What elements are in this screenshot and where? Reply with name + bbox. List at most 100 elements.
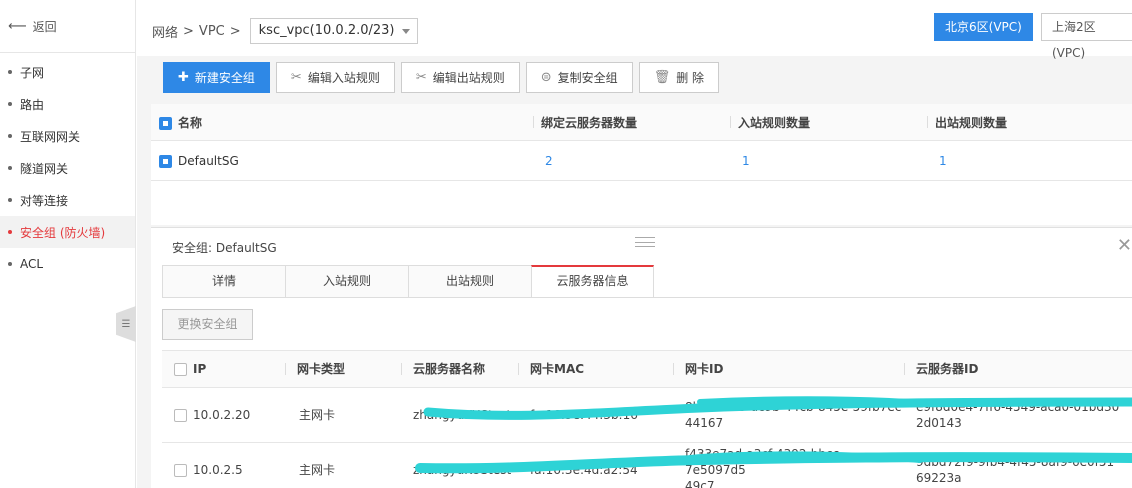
row-checkbox[interactable] <box>174 464 187 477</box>
column-header-outbound: 出站规则数量 <box>927 114 1127 131</box>
back-label: 返回 <box>32 19 57 34</box>
arrow-left-icon: ⟵ <box>8 18 27 34</box>
cell-nic-type: 主网卡 <box>299 463 336 477</box>
header-label: IP <box>193 362 207 376</box>
sidebar-item-label: 隧道网关 <box>20 161 69 176</box>
table-row[interactable]: 10.0.2.5 主网卡 zhangyuKUStest fa:16:3e:4d:… <box>162 443 1132 488</box>
column-header-inbound: 入站规则数量 <box>730 114 927 131</box>
sidebar-item-label: 互联网网关 <box>20 129 81 144</box>
cell-name: DefaultSG <box>151 154 533 168</box>
sidebar-item-label: ACL <box>20 257 44 271</box>
sidebar-item-acl[interactable]: ACL <box>0 248 135 280</box>
bullet-icon <box>8 262 12 266</box>
cell-nic-id: 8b513b75-dc9b-44cb-845e-59fb7ec 44167 <box>673 399 904 431</box>
column-header-server-name: 云服务器名称 <box>401 361 518 377</box>
breadcrumb-separator: > <box>229 23 241 39</box>
select-all-checkbox[interactable] <box>159 116 172 130</box>
column-header-nic-type: 网卡类型 <box>285 361 401 377</box>
cell-ip: 10.0.2.5 <box>162 462 285 478</box>
tab-outbound-rules[interactable]: 出站规则 <box>408 265 531 298</box>
nic-id-line2: 49c7 <box>685 479 715 488</box>
bullet-icon <box>8 166 12 170</box>
toolbar: ✚ 新建安全组 ✂ 编辑入站规则 ✂ 编辑出站规则 ⊜ 复制安全组 🗑 删 除 <box>163 62 720 93</box>
sidebar-item-internet-gateway[interactable]: 互联网网关 <box>0 120 135 152</box>
chevron-down-icon <box>401 29 410 34</box>
copy-icon: ⊜ <box>540 70 552 85</box>
cell-mac: fa:16:3e:4d:a2:54 <box>530 463 638 477</box>
nic-id-line2: 44167 <box>685 416 724 430</box>
bullet-icon <box>8 70 12 74</box>
column-header-servers: 绑定云服务器数量 <box>533 114 730 131</box>
select-all-checkbox[interactable] <box>174 363 187 376</box>
button-label: 编辑入站规则 <box>307 71 380 85</box>
panel-title: 安全组: DefaultSG <box>172 239 277 256</box>
sidebar-collapse-handle[interactable]: ☰ <box>116 306 136 342</box>
trash-icon: 🗑 <box>653 70 671 85</box>
column-header-ip: IP <box>162 361 285 377</box>
back-link[interactable]: ⟵ 返回 <box>0 0 135 53</box>
nic-id-line1: 8b513b75-dc9b-44cb-845e-59fb7ec <box>685 400 902 414</box>
vpc-select[interactable]: ksc_vpc(10.0.2.0/23) <box>249 18 418 44</box>
table-row[interactable]: DefaultSG 2 1 1 <box>151 141 1132 181</box>
sidebar-item-peering[interactable]: 对等连接 <box>0 184 135 216</box>
close-icon[interactable]: ✕ <box>1117 235 1132 256</box>
ip-value: 10.0.2.20 <box>193 408 251 422</box>
button-label: 新建安全组 <box>194 71 255 85</box>
cell-inbound-link[interactable]: 1 <box>730 154 927 168</box>
column-header-nic-id: 网卡ID <box>673 361 904 377</box>
server-id-line2: 2d0143 <box>916 416 962 430</box>
sidebar-item-label: 对等连接 <box>20 193 69 208</box>
column-header-mac: 网卡MAC <box>518 361 673 377</box>
detail-panel: 安全组: DefaultSG ✕ 详情 入站规则 出站规则 云服务器信息 更换安… <box>151 227 1132 488</box>
breadcrumb-vpc[interactable]: VPC <box>199 24 225 39</box>
copy-security-group-button[interactable]: ⊜ 复制安全组 <box>525 62 633 93</box>
cell-nic-type: 主网卡 <box>299 408 336 422</box>
delete-button[interactable]: 🗑 删 除 <box>638 62 720 93</box>
change-security-group-button[interactable]: 更换安全组 <box>162 309 253 340</box>
tab-server-info[interactable]: 云服务器信息 <box>531 265 654 298</box>
row-checkbox[interactable] <box>174 409 187 422</box>
button-label: 复制安全组 <box>557 71 618 85</box>
drag-handle-icon[interactable] <box>635 237 655 247</box>
cell-servers-link[interactable]: 2 <box>533 154 730 168</box>
region-beijing-button[interactable]: 北京6区(VPC) <box>934 13 1033 41</box>
column-header-name: 名称 <box>151 114 533 131</box>
region-shanghai-button[interactable]: 上海2区(VPC) <box>1041 13 1132 60</box>
cell-ip: 10.0.2.20 <box>162 407 285 423</box>
tab-details[interactable]: 详情 <box>162 265 285 298</box>
breadcrumb-network[interactable]: 网络 <box>152 22 178 41</box>
sidebar-item-subnet[interactable]: 子网 <box>0 56 135 88</box>
topbar: 网络 > VPC > ksc_vpc(10.0.2.0/23) 北京6区(VPC… <box>137 0 1132 60</box>
edit-inbound-button[interactable]: ✂ 编辑入站规则 <box>275 62 395 93</box>
security-group-name: DefaultSG <box>178 153 239 168</box>
sidebar-item-label: 子网 <box>20 65 45 80</box>
bullet-icon <box>8 230 12 234</box>
tools-icon: ✂ <box>415 70 427 85</box>
breadcrumb: 网络 > VPC > ksc_vpc(10.0.2.0/23) <box>152 18 418 44</box>
table-row[interactable]: 10.0.2.20 主网卡 zhangyuKUStest fa:16:3e:44… <box>162 388 1132 443</box>
nic-id-line1: f433e7ad-a3cf-4392-bbcc-7e5097d5 <box>685 447 844 477</box>
cell-server-id: e9f8d0e4-7ff6-4549-aca0-01bd30 2d0143 <box>904 399 1132 431</box>
cell-nic-id: f433e7ad-a3cf-4392-bbcc-7e5097d5 49c7 <box>673 446 904 488</box>
button-label: 编辑出站规则 <box>432 71 505 85</box>
detail-tabs: 详情 入站规则 出站规则 云服务器信息 <box>162 265 654 298</box>
table-header: IP 网卡类型 云服务器名称 网卡MAC 网卡ID 云服务器ID <box>162 350 1132 388</box>
sidebar: ⟵ 返回 子网 路由 互联网网关 隧道网关 对等连接 安全组 (防火墙) ACL… <box>0 0 136 488</box>
sidebar-item-route[interactable]: 路由 <box>0 88 135 120</box>
cell-server-name: zhangyuKUStest <box>413 463 512 477</box>
bullet-icon <box>8 102 12 106</box>
edit-outbound-button[interactable]: ✂ 编辑出站规则 <box>400 62 520 93</box>
server-id-line2: 69223a <box>916 471 962 485</box>
button-label: 删 除 <box>676 71 705 85</box>
tools-icon: ✂ <box>290 70 302 85</box>
cell-outbound-link[interactable]: 1 <box>927 154 1127 168</box>
security-group-table: 名称 绑定云服务器数量 入站规则数量 出站规则数量 DefaultSG 2 1 … <box>151 104 1132 225</box>
create-security-group-button[interactable]: ✚ 新建安全组 <box>163 62 270 93</box>
bullet-icon <box>8 198 12 202</box>
tab-inbound-rules[interactable]: 入站规则 <box>285 265 408 298</box>
sidebar-item-security-group[interactable]: 安全组 (防火墙) <box>0 216 135 248</box>
sidebar-item-tunnel-gateway[interactable]: 隧道网关 <box>0 152 135 184</box>
ip-value: 10.0.2.5 <box>193 463 243 477</box>
row-checkbox[interactable] <box>159 154 172 168</box>
bullet-icon <box>8 134 12 138</box>
